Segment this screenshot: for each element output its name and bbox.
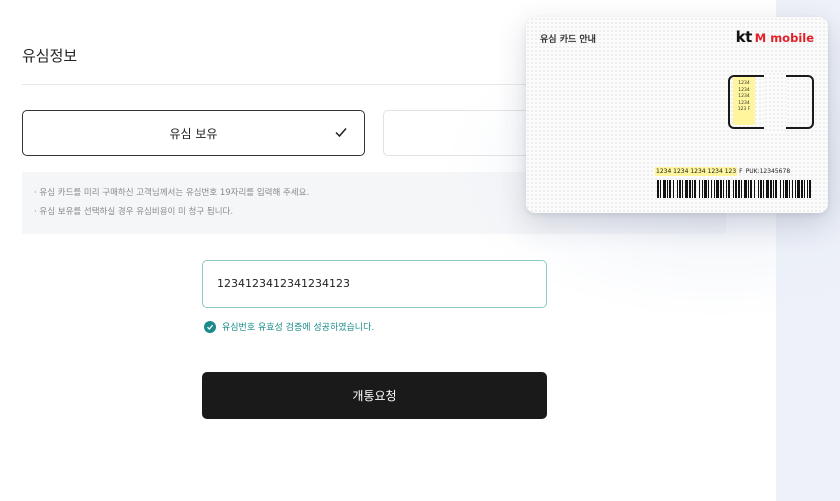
sim-card-title: 유심 카드 안내 [540,35,596,45]
option-have-usim-label: 유심 보유 [169,126,218,141]
usim-number-input[interactable]: 1234123412341234123 [202,260,547,308]
sim-card-guide: 유심 카드 안내 kt M mobile 1234 1234 1234 1234… [526,17,828,213]
serial-highlight: 1234 1234 1234 1234 123 [655,167,738,176]
option-no-usim[interactable] [383,110,543,156]
validation-text: 유심번호 유효성 검증에 성공하였습니다. [222,323,375,333]
validation-message: 유심번호 유효성 검증에 성공하였습니다. [204,320,374,333]
kt-m-mobile-logo: kt M mobile [735,28,814,46]
option-have-usim[interactable]: 유심 보유 [22,110,365,156]
puk-code: PUK:12345678 [745,168,791,175]
section-title: 유심정보 [22,47,78,65]
check-icon [335,128,347,138]
barcode [657,180,811,198]
activation-request-button[interactable]: 개통요청 [202,372,547,419]
chip-number-highlight: 1234 1234 1234 1234 123 F [733,77,755,125]
sim-serial-number: 1234 1234 1234 1234 123 F PUK:12345678 [655,167,791,176]
check-circle-icon [204,320,216,333]
title-divider [22,84,542,85]
